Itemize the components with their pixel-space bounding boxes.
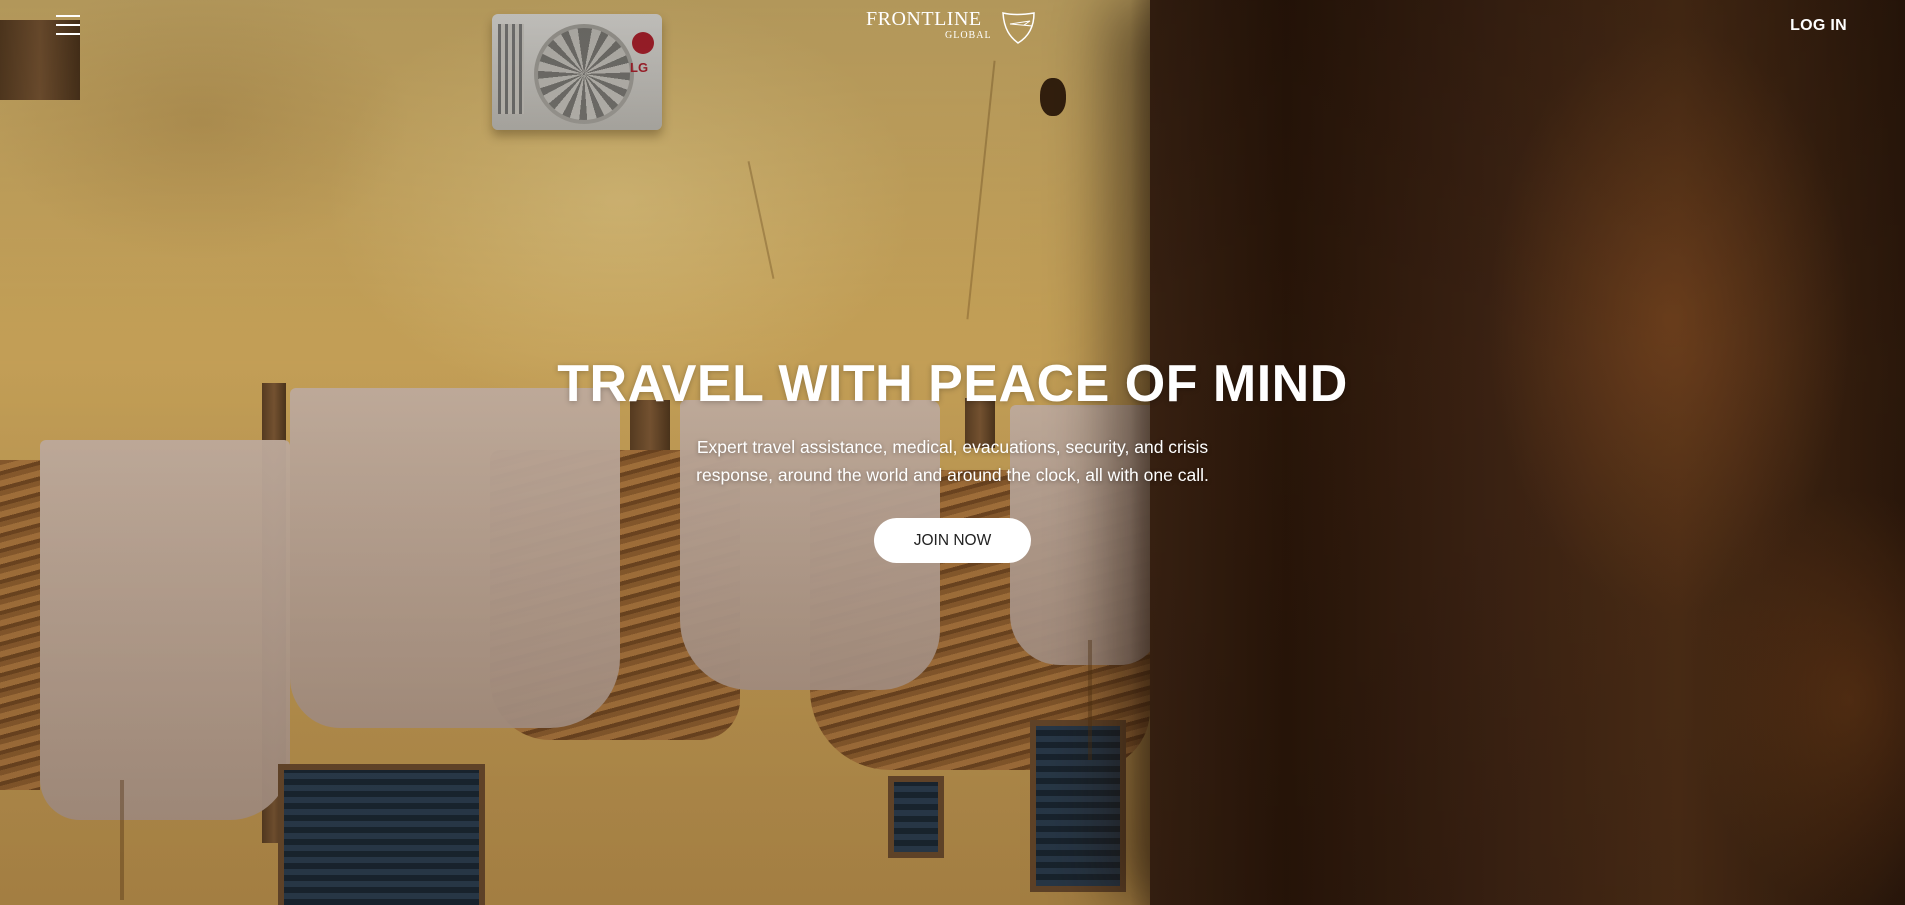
hamburger-menu-icon[interactable] bbox=[56, 15, 80, 35]
hero-subtext: Expert travel assistance, medical, evacu… bbox=[696, 437, 1209, 485]
login-link[interactable]: LOG IN bbox=[1790, 17, 1847, 35]
join-now-button[interactable]: JOIN NOW bbox=[874, 518, 1031, 563]
hero-headline: TRAVEL WITH PEACE OF MIND bbox=[557, 355, 1348, 413]
brand-name: FRONTLINE bbox=[866, 8, 982, 30]
brand-subtitle: GLOBAL bbox=[945, 30, 992, 41]
shield-plane-icon bbox=[1002, 12, 1035, 44]
